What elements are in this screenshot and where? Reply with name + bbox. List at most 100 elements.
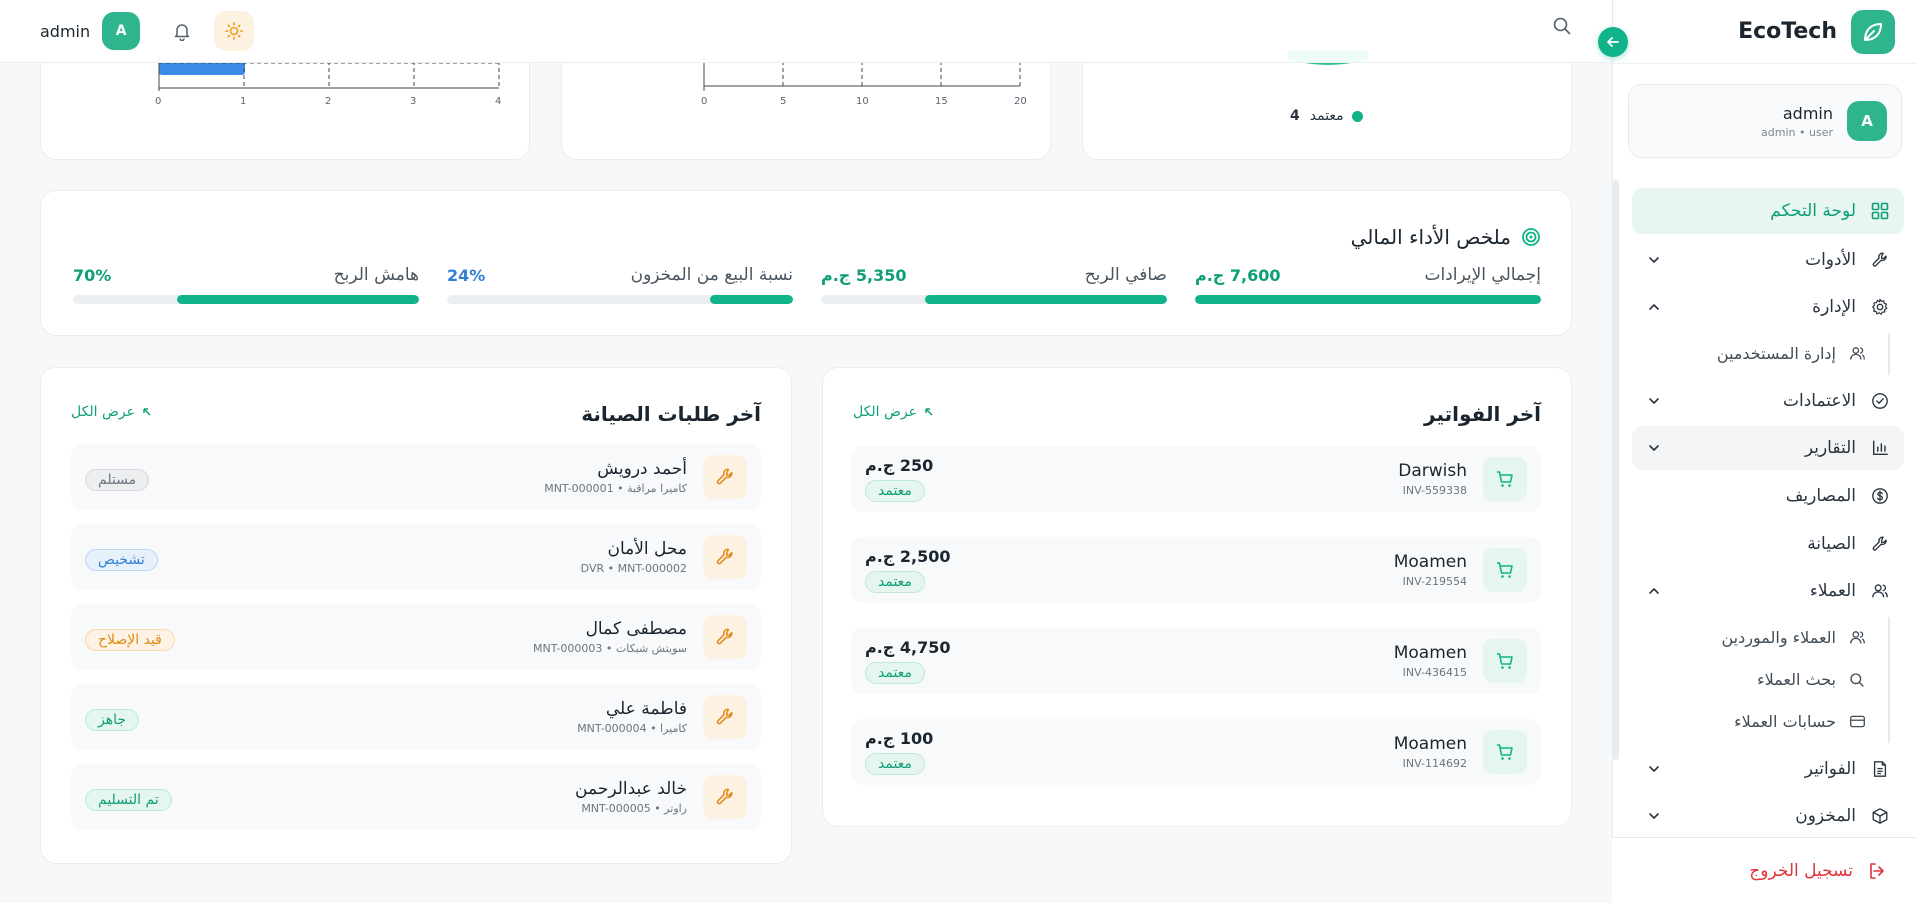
latest-maintenance-card: آخر طلبات الصيانة عرض الكل أحمد درويش كا…: [40, 367, 792, 864]
sidebar-item-maintenance[interactable]: الصيانة: [1632, 522, 1904, 566]
sidebar-item-customer-accounts[interactable]: حسابات العملاء: [1632, 701, 1888, 743]
search-button[interactable]: [1552, 16, 1572, 36]
sidebar-item-inventory[interactable]: المخزون: [1632, 794, 1904, 838]
metric-progress-fill: [1195, 295, 1541, 304]
sidebar-scrollbar[interactable]: [1613, 180, 1619, 760]
sidebar-item-label: بحث العملاء: [1757, 670, 1836, 690]
latest-maintenance-title: آخر طلبات الصيانة: [581, 402, 761, 426]
customer-name: خالد عبدالرحمن: [575, 779, 687, 799]
sidebar-item-label: إدارة المستخدمين: [1716, 344, 1836, 364]
logout-button[interactable]: تسجيل الخروج: [1612, 837, 1917, 903]
x-tick: 10: [856, 96, 869, 107]
sidebar-item-label: الفواتير: [1804, 758, 1856, 779]
financial-summary-title: ملخص الأداء المالي: [1351, 225, 1541, 249]
sidebar-item-approvals[interactable]: الاعتمادات: [1632, 379, 1904, 423]
topbar-username[interactable]: admin: [40, 22, 90, 41]
customer-name: Moamen: [1393, 552, 1467, 572]
maintenance-row[interactable]: مصطفى كمال سويتش شبكات • MNT-000003 قيد …: [71, 604, 761, 670]
x-tick: 1: [240, 96, 247, 107]
brand-name: EcoTech: [1738, 19, 1837, 44]
financial-summary-label: ملخص الأداء المالي: [1350, 225, 1511, 249]
maintenance-row[interactable]: فاطمة علي كاميرا • MNT-000004 جاهز: [71, 684, 761, 750]
invoice-row[interactable]: Moamen INV-436415 4,750 ج.م معتمد: [851, 628, 1541, 694]
x-tick: 0: [701, 96, 708, 107]
customer-name: فاطمة علي: [605, 699, 687, 719]
chevron-down-icon: [1646, 440, 1662, 456]
chevron-down-icon: [1646, 808, 1662, 824]
theme-toggle-button[interactable]: [214, 11, 255, 51]
search-icon: [1552, 16, 1572, 36]
chevron-down-icon: [1646, 761, 1662, 777]
device-and-ticket: راوتر • MNT-000005: [581, 802, 687, 815]
notifications-button[interactable]: [162, 11, 202, 51]
sidebar-item-invoices[interactable]: الفواتير: [1632, 747, 1904, 791]
chevron-up-icon: [1646, 299, 1662, 315]
metric-inventory-sales-ratio: نسبة البيع من المخزون 24%: [447, 265, 793, 304]
arrow-up-left-icon: [141, 406, 153, 418]
invoice-id: INV-114692: [1402, 757, 1467, 770]
chevron-down-icon: [1646, 252, 1662, 268]
maintenance-row[interactable]: محل الأمان DVR • MNT-000002 تشخيص: [71, 524, 761, 590]
sidebar-item-user-management[interactable]: إدارة المستخدمين: [1632, 333, 1888, 375]
legend-dot: [1351, 110, 1363, 122]
sidebar-item-dashboard[interactable]: لوحة التحكم: [1632, 188, 1904, 234]
customer-name: Moamen: [1393, 734, 1467, 754]
wrench-icon: [703, 695, 747, 739]
invoice-row[interactable]: Darwish INV-559338 250 ج.م معتمد: [851, 446, 1541, 512]
latest-invoices-card: آخر الفواتير عرض الكل Darwish INV-559338…: [822, 367, 1572, 827]
customer-name: محل الأمان: [607, 539, 687, 559]
sidebar-item-customers-suppliers[interactable]: العملاء والموردين: [1632, 617, 1888, 659]
metric-progress-fill: [176, 295, 419, 304]
customer-name: Darwish: [1398, 461, 1467, 481]
sidebar-item-label: المصاريف: [1785, 485, 1856, 506]
cart-icon: [1483, 639, 1527, 683]
wrench-icon: [703, 455, 747, 499]
invoice-row[interactable]: Moamen INV-219554 2,500 ج.م معتمد: [851, 537, 1541, 603]
status-badge: تم التسليم: [85, 788, 172, 811]
view-all-maintenance-link[interactable]: عرض الكل: [71, 404, 153, 420]
status-badge: مستلم: [85, 468, 150, 491]
cart-icon: [1483, 730, 1527, 774]
sidebar-item-administration[interactable]: الإدارة: [1632, 285, 1904, 329]
user-card[interactable]: A admin admin • user: [1628, 84, 1902, 158]
sidebar-collapse-button[interactable]: [1598, 27, 1628, 57]
wrench-icon: [1870, 250, 1890, 270]
check-circle-icon: [1870, 391, 1890, 411]
sidebar: EcoTech A admin admin • user لوحة التحكم…: [1598, 0, 1917, 903]
status-badge: قيد الإصلاح: [85, 628, 175, 651]
arrow-left-icon: [1606, 35, 1620, 49]
sidebar-item-tools[interactable]: الأدوات: [1632, 238, 1904, 282]
sidebar-item-reports[interactable]: التقارير: [1632, 426, 1904, 471]
device-and-ticket: كاميرا • MNT-000004: [577, 722, 687, 735]
logout-label: تسجيل الخروج: [1749, 860, 1853, 881]
metric-label: هامش الربح: [333, 265, 419, 285]
maintenance-row[interactable]: أحمد درويش كاميرا مراقبة • MNT-000001 مس…: [71, 444, 761, 510]
sidebar-item-customer-search[interactable]: بحث العملاء: [1632, 659, 1888, 701]
metric-progress-fill: [924, 295, 1167, 304]
sidebar-item-customers[interactable]: العملاء: [1632, 569, 1904, 613]
view-all-invoices-link[interactable]: عرض الكل: [853, 404, 935, 420]
topbar-avatar[interactable]: A: [102, 12, 141, 50]
invoice-row[interactable]: Moamen INV-114692 100 ج.م معتمد: [851, 719, 1541, 785]
customer-name: Moamen: [1393, 643, 1467, 663]
device-and-ticket: DVR • MNT-000002: [580, 562, 687, 575]
metric-progress-fill: [709, 295, 793, 304]
sidebar-item-label: العملاء والموردين: [1721, 628, 1837, 648]
dashboard-icon: [1870, 201, 1890, 221]
pie-legend: معتمد 4: [1290, 108, 1363, 124]
metric-label: نسبة البيع من المخزون: [630, 265, 793, 285]
maintenance-row[interactable]: خالد عبدالرحمن راوتر • MNT-000005 تم الت…: [71, 764, 761, 830]
x-tick: 5: [780, 96, 787, 107]
sidebar-item-label: الإدارة: [1812, 297, 1856, 318]
arrow-up-left-icon: [923, 406, 935, 418]
bell-icon: [172, 21, 192, 41]
card-icon: [1848, 713, 1866, 731]
legend-label: معتمد: [1309, 108, 1344, 124]
sidebar-nav: لوحة التحكم الأدوات الإدارة إدارة المستخ…: [1632, 188, 1904, 842]
wrench-icon: [703, 775, 747, 819]
invoice-amount: 250 ج.م: [865, 456, 934, 475]
invoice-id: INV-219554: [1402, 575, 1467, 588]
sidebar-item-expenses[interactable]: المصاريف: [1632, 474, 1904, 518]
wrench-icon: [703, 535, 747, 579]
logout-icon: [1867, 861, 1887, 881]
